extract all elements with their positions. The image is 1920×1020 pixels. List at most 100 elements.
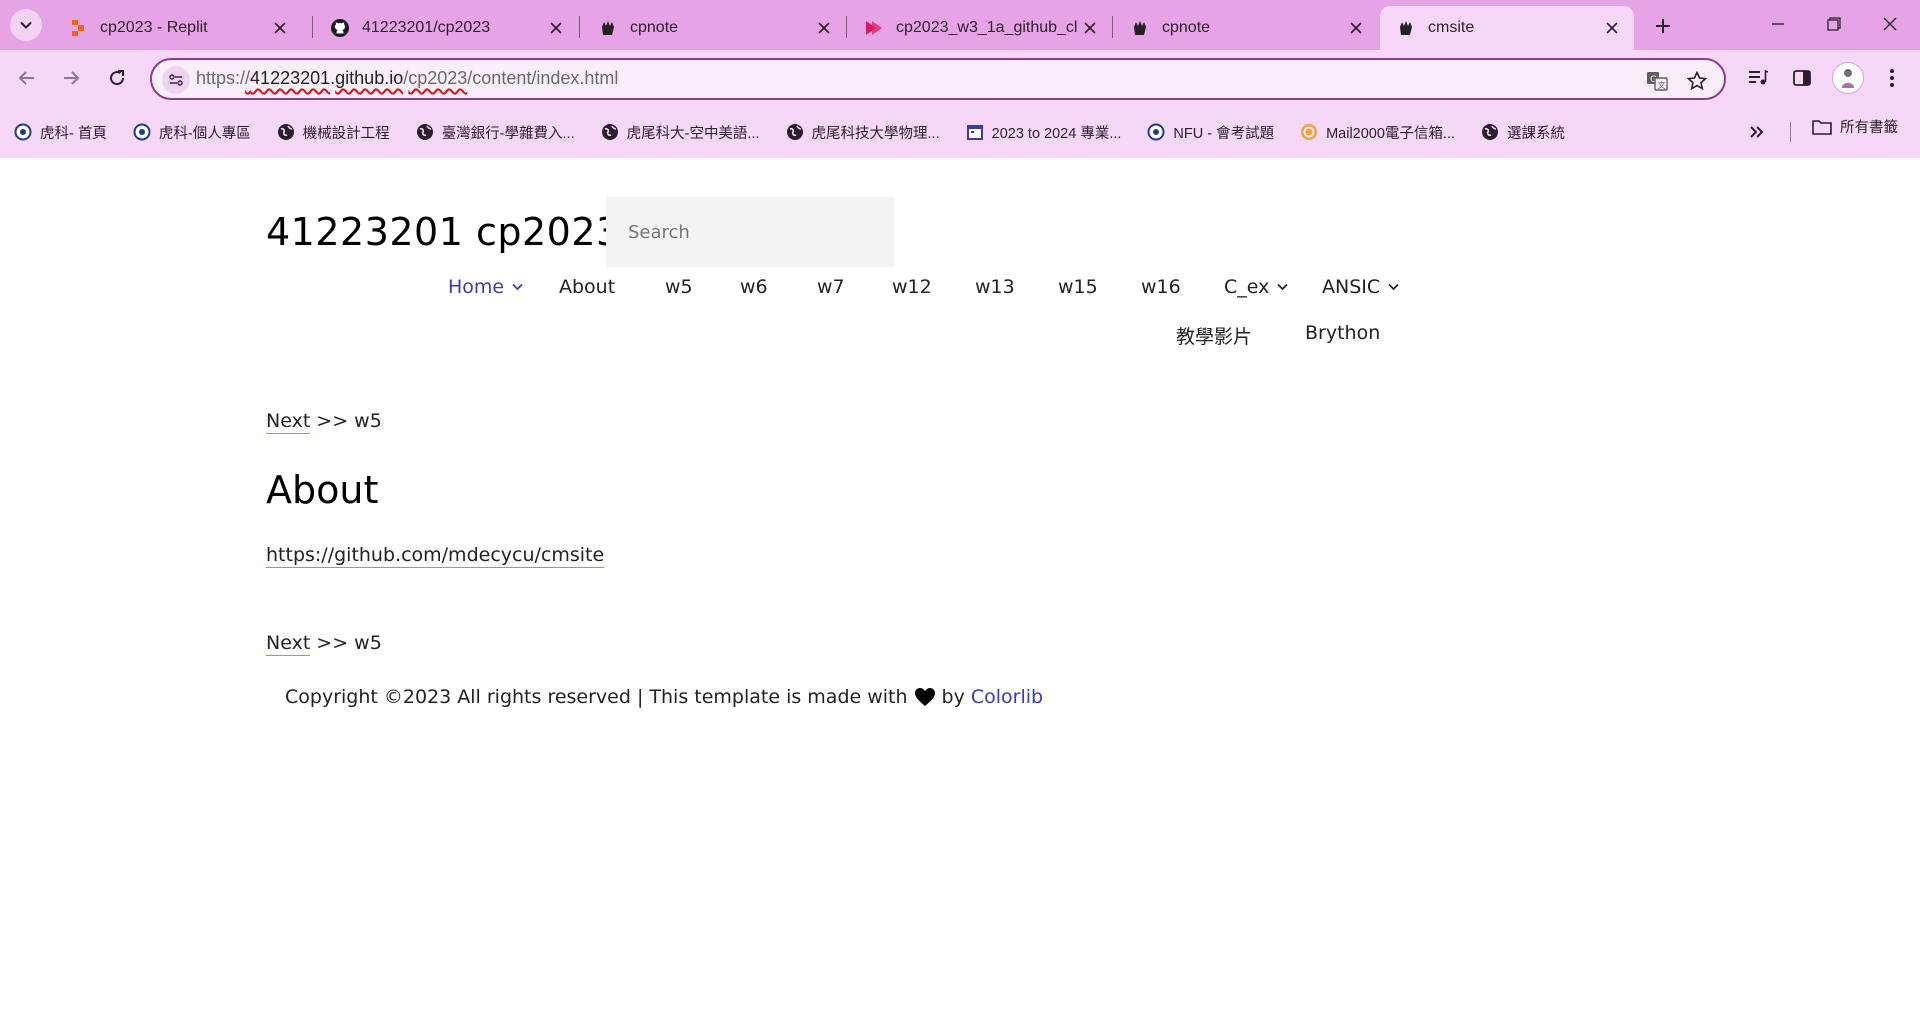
- footer-copyright: Copyright ©2023 All rights reserved | Th…: [285, 686, 908, 708]
- media-control-button[interactable]: [1742, 62, 1774, 94]
- tab-cpnote-2[interactable]: cpnote: [1114, 6, 1378, 50]
- bookmark-item[interactable]: NFU - 會考試題: [1147, 122, 1274, 143]
- close-icon[interactable]: [1080, 18, 1100, 38]
- page-content: 41223201 cp2023 Home About w5 w6 w7 w12 …: [0, 158, 1920, 1020]
- url-scheme: https:/: [196, 68, 246, 88]
- globe-icon: [786, 123, 804, 141]
- url-path: /content/index.html: [467, 68, 619, 88]
- calendar-icon: [966, 123, 984, 141]
- chevron-down-icon: [512, 283, 523, 291]
- video-icon: [864, 18, 884, 38]
- menu-item-about[interactable]: About: [559, 276, 615, 298]
- address-bar[interactable]: https://41223201.github.io/cp2023/conten…: [150, 58, 1726, 100]
- tab-separator: [312, 16, 313, 38]
- plus-icon: [1656, 19, 1670, 33]
- arrow-right-icon: [64, 71, 80, 85]
- menu-item-w12[interactable]: w12: [892, 276, 932, 298]
- search-input[interactable]: [606, 197, 894, 267]
- globe-icon: [601, 123, 619, 141]
- tab-search-button[interactable]: [10, 9, 42, 41]
- more-vertical-icon: [1890, 69, 1894, 87]
- tab-title: cp2023 - Replit: [100, 19, 208, 36]
- next-link[interactable]: Next: [266, 632, 311, 656]
- bookmark-item[interactable]: 臺灣銀行-學雜費入...: [416, 122, 575, 143]
- site-info-icon[interactable]: [162, 66, 190, 94]
- menu-item-label: ANSIC: [1322, 276, 1381, 298]
- menu-item-c-ex[interactable]: C_ex: [1224, 276, 1289, 298]
- bookmark-item[interactable]: 虎尾科大-空中美語...: [601, 122, 760, 143]
- about-content: https://github.com/mdecycu/cmsite: [266, 544, 605, 568]
- bookmarks-overflow-button[interactable]: [1748, 118, 1766, 150]
- menu-item-brython[interactable]: Brython: [1305, 322, 1380, 344]
- hand-icon: [1396, 18, 1416, 38]
- browser-menu-button[interactable]: [1876, 62, 1908, 94]
- bookmark-star-button[interactable]: [1684, 68, 1710, 94]
- globe-icon: [416, 123, 434, 141]
- double-chevron-right-icon: [1750, 126, 1764, 138]
- tab-github[interactable]: 41223201/cp2023: [314, 6, 578, 50]
- new-tab-button[interactable]: [1648, 12, 1678, 40]
- folder-icon: [1812, 118, 1832, 136]
- tab-replit[interactable]: cp2023 - Replit: [52, 6, 302, 50]
- back-button[interactable]: [10, 61, 44, 95]
- side-panel-button[interactable]: [1786, 62, 1818, 94]
- menu-item-w6[interactable]: w6: [740, 276, 768, 298]
- close-icon[interactable]: [270, 18, 290, 38]
- bookmark-item[interactable]: 2023 to 2024 專業...: [966, 122, 1121, 143]
- bookmark-label: 選課系統: [1507, 125, 1566, 142]
- nfu-icon: [133, 123, 151, 141]
- nfu-icon: [14, 123, 32, 141]
- colorlib-link[interactable]: Colorlib: [971, 686, 1043, 708]
- all-bookmarks-folder[interactable]: 所有書籤: [1812, 116, 1898, 137]
- forward-button[interactable]: [54, 61, 88, 95]
- url-text[interactable]: https://41223201.github.io/cp2023/conten…: [196, 68, 618, 89]
- globe-icon: [277, 123, 295, 141]
- close-window-button[interactable]: [1866, 8, 1914, 40]
- bookmark-item[interactable]: 虎尾科技大學物理...: [786, 122, 940, 143]
- reload-button[interactable]: [100, 61, 134, 95]
- mail-icon: [1300, 123, 1318, 141]
- menu-item-w16[interactable]: w16: [1141, 276, 1181, 298]
- translate-icon: G文: [1647, 72, 1668, 91]
- svg-text:文: 文: [1658, 80, 1666, 90]
- close-icon[interactable]: [1602, 18, 1622, 38]
- profile-avatar[interactable]: [1832, 62, 1864, 94]
- page-heading: About: [266, 468, 379, 512]
- next-link[interactable]: Next: [266, 410, 311, 434]
- nfu-icon: [1147, 123, 1165, 141]
- menu-item-home[interactable]: Home: [448, 276, 523, 298]
- tab-cpnote-1[interactable]: cpnote: [582, 6, 846, 50]
- close-icon[interactable]: [546, 18, 566, 38]
- browser-toolbar: https://41223201.github.io/cp2023/conten…: [0, 50, 1920, 158]
- close-icon[interactable]: [814, 18, 834, 38]
- url-user: 41223201: [250, 68, 331, 88]
- close-icon[interactable]: [1346, 18, 1366, 38]
- menu-item-w7[interactable]: w7: [817, 276, 845, 298]
- github-icon: [330, 18, 350, 38]
- menu-item-w5[interactable]: w5: [665, 276, 693, 298]
- bookmark-item[interactable]: Mail2000電子信箱...: [1300, 122, 1455, 143]
- menu-item-videos[interactable]: 教學影片: [1176, 322, 1252, 349]
- minimize-icon: [1772, 23, 1784, 25]
- bookmark-item[interactable]: 虎科-個人專區: [133, 122, 251, 143]
- translate-button[interactable]: G文: [1644, 68, 1670, 94]
- tab-video[interactable]: cp2023_w3_1a_github_cl: [848, 6, 1112, 50]
- tab-cmsite[interactable]: cmsite: [1380, 6, 1634, 50]
- minimize-button[interactable]: [1754, 8, 1802, 40]
- bookmark-label: Mail2000電子信箱...: [1326, 125, 1456, 142]
- cmsite-repo-link[interactable]: https://github.com/mdecycu/cmsite: [266, 544, 605, 568]
- bookmark-item[interactable]: 機械設計工程: [277, 122, 390, 143]
- footer: Copyright ©2023 All rights reserved | Th…: [285, 686, 1043, 708]
- hand-icon: [1130, 18, 1150, 38]
- site-title[interactable]: 41223201 cp2023: [266, 210, 621, 254]
- bookmark-label: 虎科-個人專區: [158, 125, 251, 142]
- tab-title: cpnote: [1162, 19, 1211, 36]
- menu-item-w15[interactable]: w15: [1058, 276, 1098, 298]
- bookmark-item[interactable]: 選課系統: [1481, 122, 1565, 143]
- restore-button[interactable]: [1810, 8, 1858, 40]
- menu-item-ansic[interactable]: ANSIC: [1322, 276, 1399, 298]
- menu-item-w13[interactable]: w13: [975, 276, 1015, 298]
- bookmark-item[interactable]: 虎科- 首頁: [14, 122, 107, 143]
- tab-title: cpnote: [630, 19, 679, 36]
- bookmark-label: 臺灣銀行-學雜費入...: [441, 125, 575, 142]
